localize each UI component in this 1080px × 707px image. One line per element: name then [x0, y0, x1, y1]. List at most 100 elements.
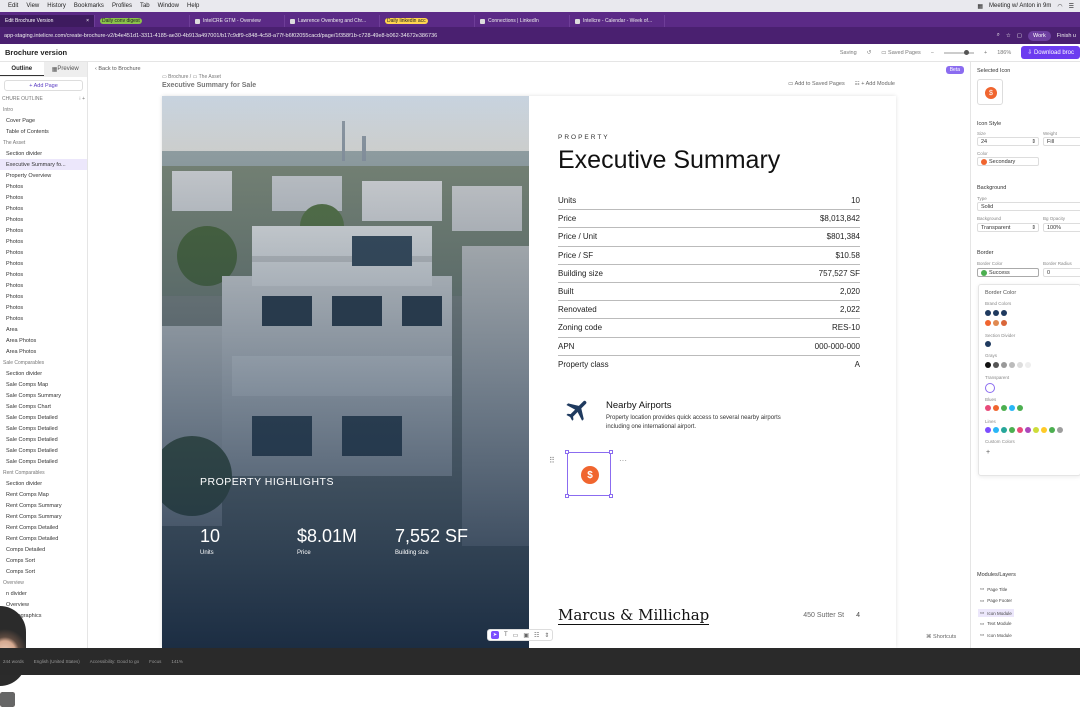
tab-gtm-overview[interactable]: IntelCRE GTM - Overview — [190, 15, 285, 27]
outline-item[interactable]: Area — [0, 324, 87, 335]
layout-icon[interactable]: ☷ — [534, 632, 539, 639]
color-swatch[interactable] — [1049, 427, 1055, 433]
menu-help[interactable]: Help — [187, 3, 199, 9]
outline-item[interactable]: Section divider — [0, 148, 87, 159]
saved-pages-button[interactable]: ▭ Saved Pages — [881, 50, 920, 56]
border-color-select[interactable]: Success — [977, 268, 1039, 277]
tab-daily-conv[interactable]: Daily conv digest — [95, 15, 190, 27]
color-swatch[interactable] — [993, 320, 999, 326]
color-swatch[interactable] — [985, 320, 991, 326]
breadcrumb-brochure[interactable]: Brochure — [168, 74, 188, 80]
outline-item[interactable]: Area Photos — [0, 335, 87, 346]
outline-item[interactable]: Photos — [0, 258, 87, 269]
menu-view[interactable]: View — [26, 3, 39, 9]
color-swatch[interactable] — [1009, 427, 1015, 433]
outline-section[interactable]: Intro — [0, 104, 87, 115]
focus-button[interactable]: Focus — [149, 659, 161, 664]
drag-handle-icon[interactable]: ⠿ — [549, 456, 555, 465]
outline-item[interactable]: Overview — [0, 599, 87, 610]
outline-item[interactable]: Sale Comps Detailed — [0, 434, 87, 445]
color-swatch[interactable] — [1001, 310, 1007, 316]
address-field[interactable]: app-staging.intelicre.com/create-brochur… — [4, 33, 437, 39]
selected-icon-module[interactable]: $ — [565, 450, 613, 498]
outline-item[interactable]: Photos — [0, 181, 87, 192]
color-swatch[interactable] — [1017, 405, 1023, 411]
download-brochure-button[interactable]: ⇩ Download broc — [1021, 46, 1080, 59]
outline-item[interactable]: Photos — [0, 313, 87, 324]
outline-item[interactable]: Area Photos — [0, 346, 87, 357]
outline-item[interactable]: Sale Comps Detailed — [0, 412, 87, 423]
nearby-airports-module[interactable]: Nearby Airports Property location provid… — [564, 396, 796, 432]
tab-edit-brochure[interactable]: Edit Brochure Version × — [0, 15, 95, 27]
outline-item[interactable]: Rent Comps Detailed — [0, 522, 87, 533]
outline-section[interactable]: Sale Comparables — [0, 357, 87, 368]
history-icon[interactable]: ↺ — [867, 50, 872, 56]
outline-item[interactable]: Sale Comps Summary — [0, 390, 87, 401]
color-swatch[interactable] — [1017, 362, 1023, 368]
outline-item[interactable]: Sale Comps Detailed — [0, 456, 87, 467]
type-select[interactable]: Solid — [977, 202, 1080, 211]
color-swatch[interactable] — [993, 405, 999, 411]
outline-item[interactable]: Rent Comps Detailed — [0, 533, 87, 544]
text-icon[interactable]: T — [504, 632, 508, 638]
outline-item[interactable]: Photos — [0, 192, 87, 203]
menu-window[interactable]: Window — [158, 3, 179, 9]
color-swatch[interactable] — [1057, 427, 1063, 433]
zoom-slider[interactable] — [943, 49, 974, 55]
layer-item[interactable]: ▭ Icon Module — [980, 632, 1012, 638]
outline-item[interactable]: Photos — [0, 203, 87, 214]
size-select[interactable]: 24 ⇕ — [977, 137, 1039, 146]
outline-item[interactable]: Cover Page — [0, 115, 87, 126]
outline-item[interactable]: Executive Summary fo... — [0, 159, 87, 170]
outline-item[interactable]: Comps Detailed — [0, 544, 87, 555]
profile-work-button[interactable]: Work — [1028, 30, 1051, 41]
layer-item[interactable]: ▭ Icon Module — [978, 609, 1014, 617]
background-select[interactable]: Transparent ⇕ — [977, 223, 1039, 232]
color-swatch[interactable] — [993, 427, 999, 433]
outline-item[interactable]: Photos — [0, 247, 87, 258]
menu-history[interactable]: History — [47, 3, 66, 9]
color-swatch[interactable] — [1001, 405, 1007, 411]
layer-item[interactable]: ▭ Page Title — [980, 586, 1007, 592]
color-swatch[interactable] — [993, 362, 999, 368]
menu-tab[interactable]: Tab — [140, 3, 150, 9]
opacity-input[interactable]: 100% — [1043, 223, 1080, 232]
tab-preview[interactable]: ▦ Preview — [43, 62, 87, 76]
tab-daily-linkedin[interactable]: Daily linkedin acc — [380, 15, 475, 27]
outline-actions[interactable]: ⁝ + — [79, 96, 85, 102]
color-swatch[interactable] — [993, 310, 999, 316]
tab-connections[interactable]: Connections | LinkedIn — [475, 15, 570, 27]
outline-item[interactable]: Rent Comps Summary — [0, 500, 87, 511]
add-to-saved-pages-button[interactable]: ▭ Add to Saved Pages — [788, 81, 845, 87]
image-icon[interactable]: ▣ — [523, 632, 529, 639]
outline-section[interactable]: The Asset — [0, 137, 87, 148]
table-icon[interactable]: ▭ — [513, 632, 519, 639]
extensions-icon[interactable]: ▢ — [1017, 33, 1022, 39]
back-to-brochure-link[interactable]: ‹ Back to Brochure — [95, 66, 141, 72]
border-radius-input[interactable]: 0 — [1043, 268, 1080, 277]
pointer-icon[interactable]: ➤ — [491, 631, 499, 639]
color-swatch[interactable] — [1017, 427, 1023, 433]
color-swatch[interactable] — [1009, 405, 1015, 411]
outline-item[interactable]: Photos — [0, 280, 87, 291]
color-swatch[interactable] — [1033, 427, 1039, 433]
menu-profiles[interactable]: Profiles — [112, 3, 132, 9]
outline-item[interactable]: Photos — [0, 291, 87, 302]
close-tab-icon[interactable]: × — [86, 18, 89, 24]
color-swatch[interactable] — [1041, 427, 1047, 433]
color-swatch[interactable] — [985, 310, 991, 316]
star-icon[interactable]: ☆ — [1006, 33, 1011, 39]
dock-app-icon[interactable] — [0, 692, 15, 707]
more-options-icon[interactable]: ··· — [619, 456, 627, 465]
outline-item[interactable]: Sale Comps Detailed — [0, 445, 87, 456]
resize-handle[interactable] — [609, 494, 613, 498]
zoom-in-button[interactable]: + — [984, 50, 987, 56]
color-swatch[interactable] — [985, 341, 991, 347]
chevron-updown-icon[interactable]: ⇕ — [544, 632, 549, 639]
outline-item[interactable]: Rent Comps Map — [0, 489, 87, 500]
resize-handle[interactable] — [565, 494, 569, 498]
outline-item[interactable]: Sale Comps Detailed — [0, 423, 87, 434]
transparent-swatch[interactable] — [985, 383, 995, 393]
zoom-out-button[interactable]: − — [931, 50, 934, 56]
outline-item[interactable]: Property Overview — [0, 170, 87, 181]
